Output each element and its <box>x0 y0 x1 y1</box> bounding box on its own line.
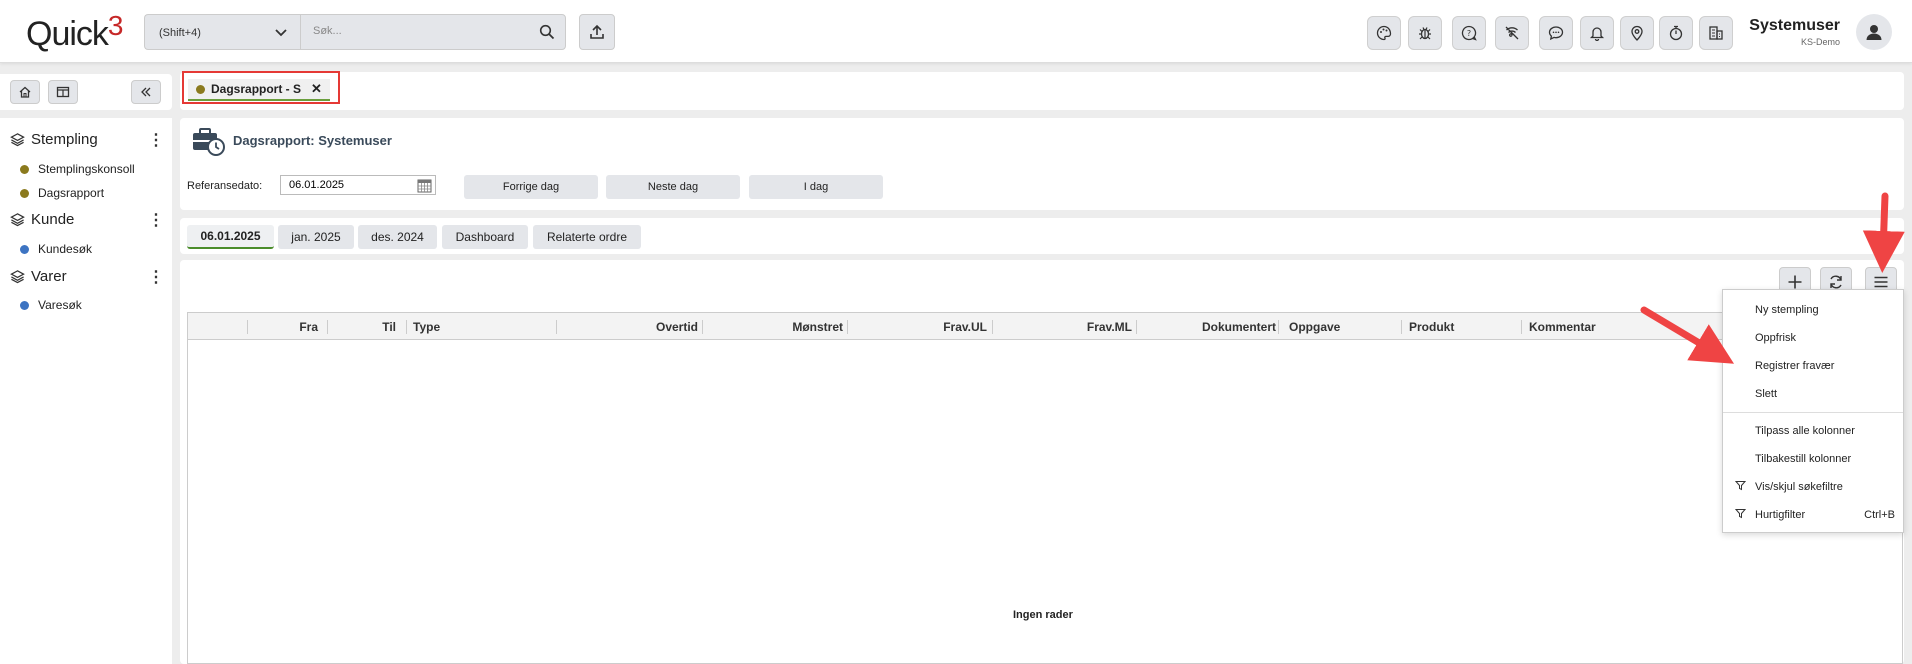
status-dot-icon <box>20 300 29 310</box>
chevron-down-icon <box>274 25 288 42</box>
sidebar-item-varesok[interactable]: Varesøk <box>20 298 82 312</box>
no-signal-icon[interactable] <box>1495 16 1529 50</box>
reference-date-input[interactable] <box>289 179 409 191</box>
menu-item-toggle-search-filters[interactable]: Vis/skjul søkefiltre <box>1755 481 1843 493</box>
panel-layout-icon <box>56 86 70 98</box>
search-box <box>300 14 566 50</box>
layers-icon <box>10 270 25 284</box>
reference-date-field[interactable] <box>280 175 436 195</box>
bell-icon[interactable] <box>1580 16 1614 50</box>
layout-toggle-button[interactable] <box>48 80 78 104</box>
status-dot-icon <box>20 188 29 198</box>
module-shortcut-dropdown[interactable]: (Shift+4) <box>144 14 300 50</box>
status-dot-icon <box>20 164 29 174</box>
location-pin-icon[interactable] <box>1620 16 1654 50</box>
column-header-type[interactable]: Type <box>413 320 440 334</box>
subtab-dashboard[interactable]: Dashboard <box>442 225 528 249</box>
previous-day-button[interactable]: Forrige dag <box>464 175 598 199</box>
next-day-button[interactable]: Neste dag <box>606 175 740 199</box>
building-icon[interactable] <box>1699 16 1733 50</box>
subtab-related-orders[interactable]: Relaterte ordre <box>533 225 641 249</box>
briefcase-clock-icon <box>193 128 225 156</box>
menu-item-register-absence[interactable]: Registrer fravær <box>1755 360 1834 372</box>
column-header-produkt[interactable]: Produkt <box>1409 320 1454 334</box>
menu-item-delete[interactable]: Slett <box>1755 388 1777 400</box>
menu-item-fit-columns[interactable]: Tilpass alle kolonner <box>1755 425 1855 437</box>
home-icon <box>19 86 31 98</box>
plus-icon <box>1788 275 1802 289</box>
more-vertical-icon[interactable]: ⋮ <box>148 270 164 286</box>
menu-item-refresh[interactable]: Oppfrisk <box>1755 332 1796 344</box>
tabs-bar <box>180 72 1904 110</box>
top-bar: Quick3 (Shift+4) ? Systemuser <box>0 0 1912 63</box>
grid-header: Fra Til Type Overtid Mønstret Frav.UL Fr… <box>188 313 1902 340</box>
help-bubble-icon[interactable]: ? <box>1452 16 1486 50</box>
subtabs-bar <box>180 218 1904 254</box>
sidebar-section-stempling[interactable]: Stempling <box>10 131 98 148</box>
column-header-kommentar[interactable]: Kommentar <box>1529 320 1596 334</box>
menu-item-new-stamp[interactable]: Ny stempling <box>1755 304 1819 316</box>
column-header-dokumentert[interactable]: Dokumentert <box>1138 320 1276 334</box>
collapse-sidebar-button[interactable] <box>131 80 161 104</box>
menu-item-reset-columns[interactable]: Tilbakestill kolonner <box>1755 453 1851 465</box>
svg-text:?: ? <box>1467 29 1471 38</box>
layers-icon <box>10 133 25 147</box>
layers-icon <box>10 213 25 227</box>
calendar-icon[interactable] <box>417 178 432 196</box>
report-header <box>180 118 1904 210</box>
column-header-frav-ul[interactable]: Frav.UL <box>849 320 987 334</box>
column-header-til[interactable]: Til <box>328 320 396 334</box>
filter-icon <box>1734 480 1747 494</box>
search-input[interactable] <box>313 25 513 37</box>
avatar[interactable] <box>1856 14 1892 50</box>
today-button[interactable]: I dag <box>749 175 883 199</box>
subtab-day[interactable]: 06.01.2025 <box>187 225 274 249</box>
more-vertical-icon[interactable]: ⋮ <box>148 133 164 149</box>
column-header-frav-ml[interactable]: Frav.ML <box>994 320 1132 334</box>
stopwatch-icon[interactable] <box>1659 16 1693 50</box>
palette-icon[interactable] <box>1367 16 1401 50</box>
user-icon <box>1866 25 1882 40</box>
context-menu: Ny stempling Oppfrisk Registrer fravær S… <box>1722 289 1904 533</box>
sidebar-toolbar <box>0 74 172 110</box>
filter-icon <box>1734 508 1747 522</box>
subtab-month[interactable]: jan. 2025 <box>278 225 354 249</box>
menu-item-quick-filter[interactable]: Hurtigfilter <box>1755 509 1805 521</box>
sidebar-section-varer[interactable]: Varer <box>10 268 67 285</box>
upload-icon <box>590 24 604 39</box>
search-icon[interactable] <box>539 24 555 43</box>
column-header-monstret[interactable]: Mønstret <box>704 320 843 334</box>
column-header-fra[interactable]: Fra <box>248 320 318 334</box>
page-title: Dagsrapport: Systemuser <box>233 133 392 148</box>
sidebar-item-dagsrapport[interactable]: Dagsrapport <box>20 186 104 200</box>
column-header-oppgave[interactable]: Oppgave <box>1289 320 1340 334</box>
user-name[interactable]: Systemuser <box>1749 17 1840 35</box>
column-header-overtid[interactable]: Overtid <box>558 320 698 334</box>
refresh-icon <box>1830 275 1842 289</box>
status-dot-icon <box>20 244 29 254</box>
subtab-prev-month[interactable]: des. 2024 <box>358 225 437 249</box>
home-button[interactable] <box>10 80 40 104</box>
reference-date-label: Referansedato: <box>187 180 263 192</box>
double-chevron-left-icon <box>141 87 151 97</box>
hamburger-menu-icon <box>1874 276 1888 288</box>
sidebar-section-kunde[interactable]: Kunde <box>10 211 74 228</box>
menu-shortcut: Ctrl+B <box>1864 509 1895 521</box>
bug-icon[interactable] <box>1408 16 1442 50</box>
more-vertical-icon[interactable]: ⋮ <box>148 213 164 229</box>
sidebar-item-stemplingskonsoll[interactable]: Stemplingskonsoll <box>20 162 135 176</box>
highlight-box <box>182 71 340 104</box>
sidebar-item-kundesok[interactable]: Kundesøk <box>20 242 92 256</box>
empty-grid-message: Ingen rader <box>1013 609 1073 621</box>
app-logo[interactable]: Quick3 <box>26 10 123 54</box>
upload-button[interactable] <box>579 14 615 50</box>
chat-icon[interactable] <box>1539 16 1573 50</box>
user-organization: KS-Demo <box>1800 37 1840 47</box>
